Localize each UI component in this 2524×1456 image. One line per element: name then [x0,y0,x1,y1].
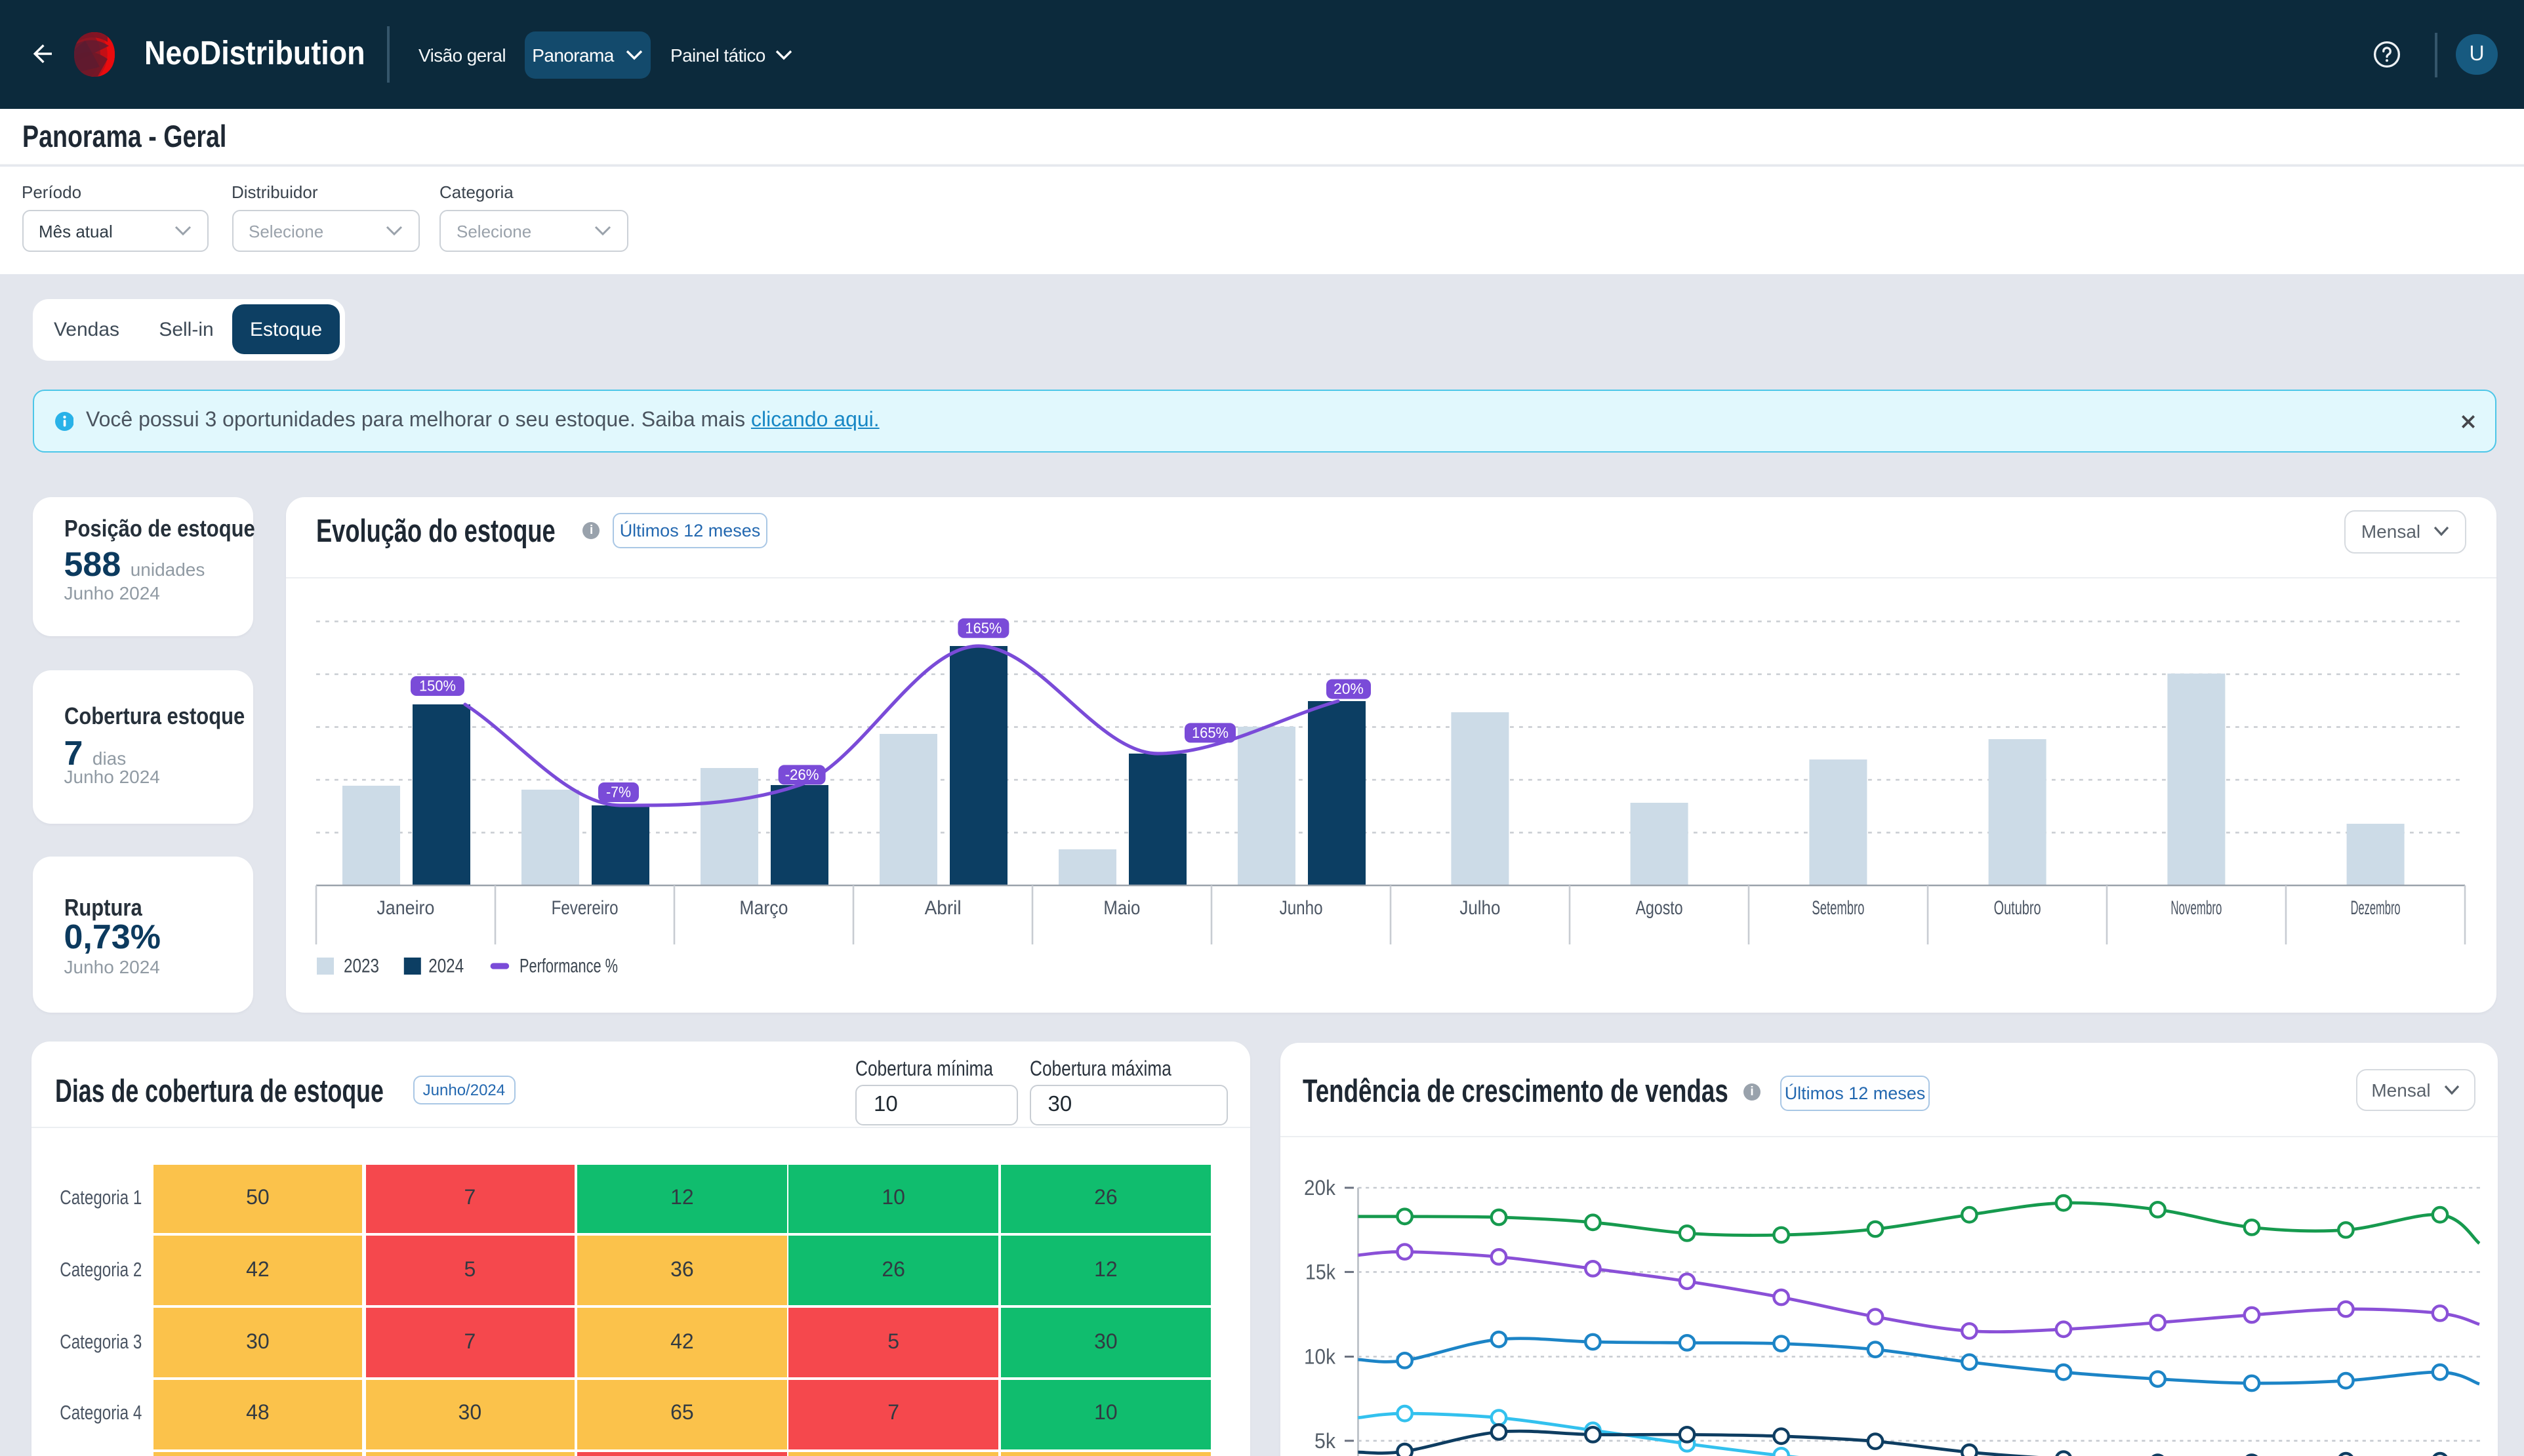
svg-text:Maio: Maio [1103,897,1140,918]
svg-text:15k: 15k [1306,1260,1337,1284]
svg-text:Dezembro: Dezembro [2351,897,2401,918]
svg-text:20k: 20k [1305,1176,1337,1200]
svg-text:Performance %: Performance % [519,955,618,977]
svg-text:Setembro: Setembro [1812,897,1864,918]
svg-text:2023: 2023 [344,955,379,977]
svg-text:Outubro: Outubro [1994,897,2041,918]
svg-text:150%: 150% [419,677,456,694]
svg-text:Julho: Julho [1459,897,1500,918]
svg-text:Fevereiro: Fevereiro [552,897,619,918]
svg-text:10k: 10k [1305,1345,1337,1369]
svg-text:Agosto: Agosto [1636,897,1683,918]
svg-text:2024: 2024 [428,955,464,977]
svg-text:Junho: Junho [1280,897,1323,918]
svg-text:-26%: -26% [785,765,819,782]
svg-text:Janeiro: Janeiro [377,897,434,918]
svg-text:165%: 165% [965,618,1002,636]
svg-text:Abril: Abril [925,897,962,918]
svg-text:5k: 5k [1315,1429,1337,1453]
svg-text:Março: Março [739,897,788,918]
svg-text:Novembro: Novembro [2170,897,2222,918]
svg-text:20%: 20% [1333,679,1364,697]
svg-text:165%: 165% [1192,723,1229,740]
svg-text:-7%: -7% [606,783,631,800]
